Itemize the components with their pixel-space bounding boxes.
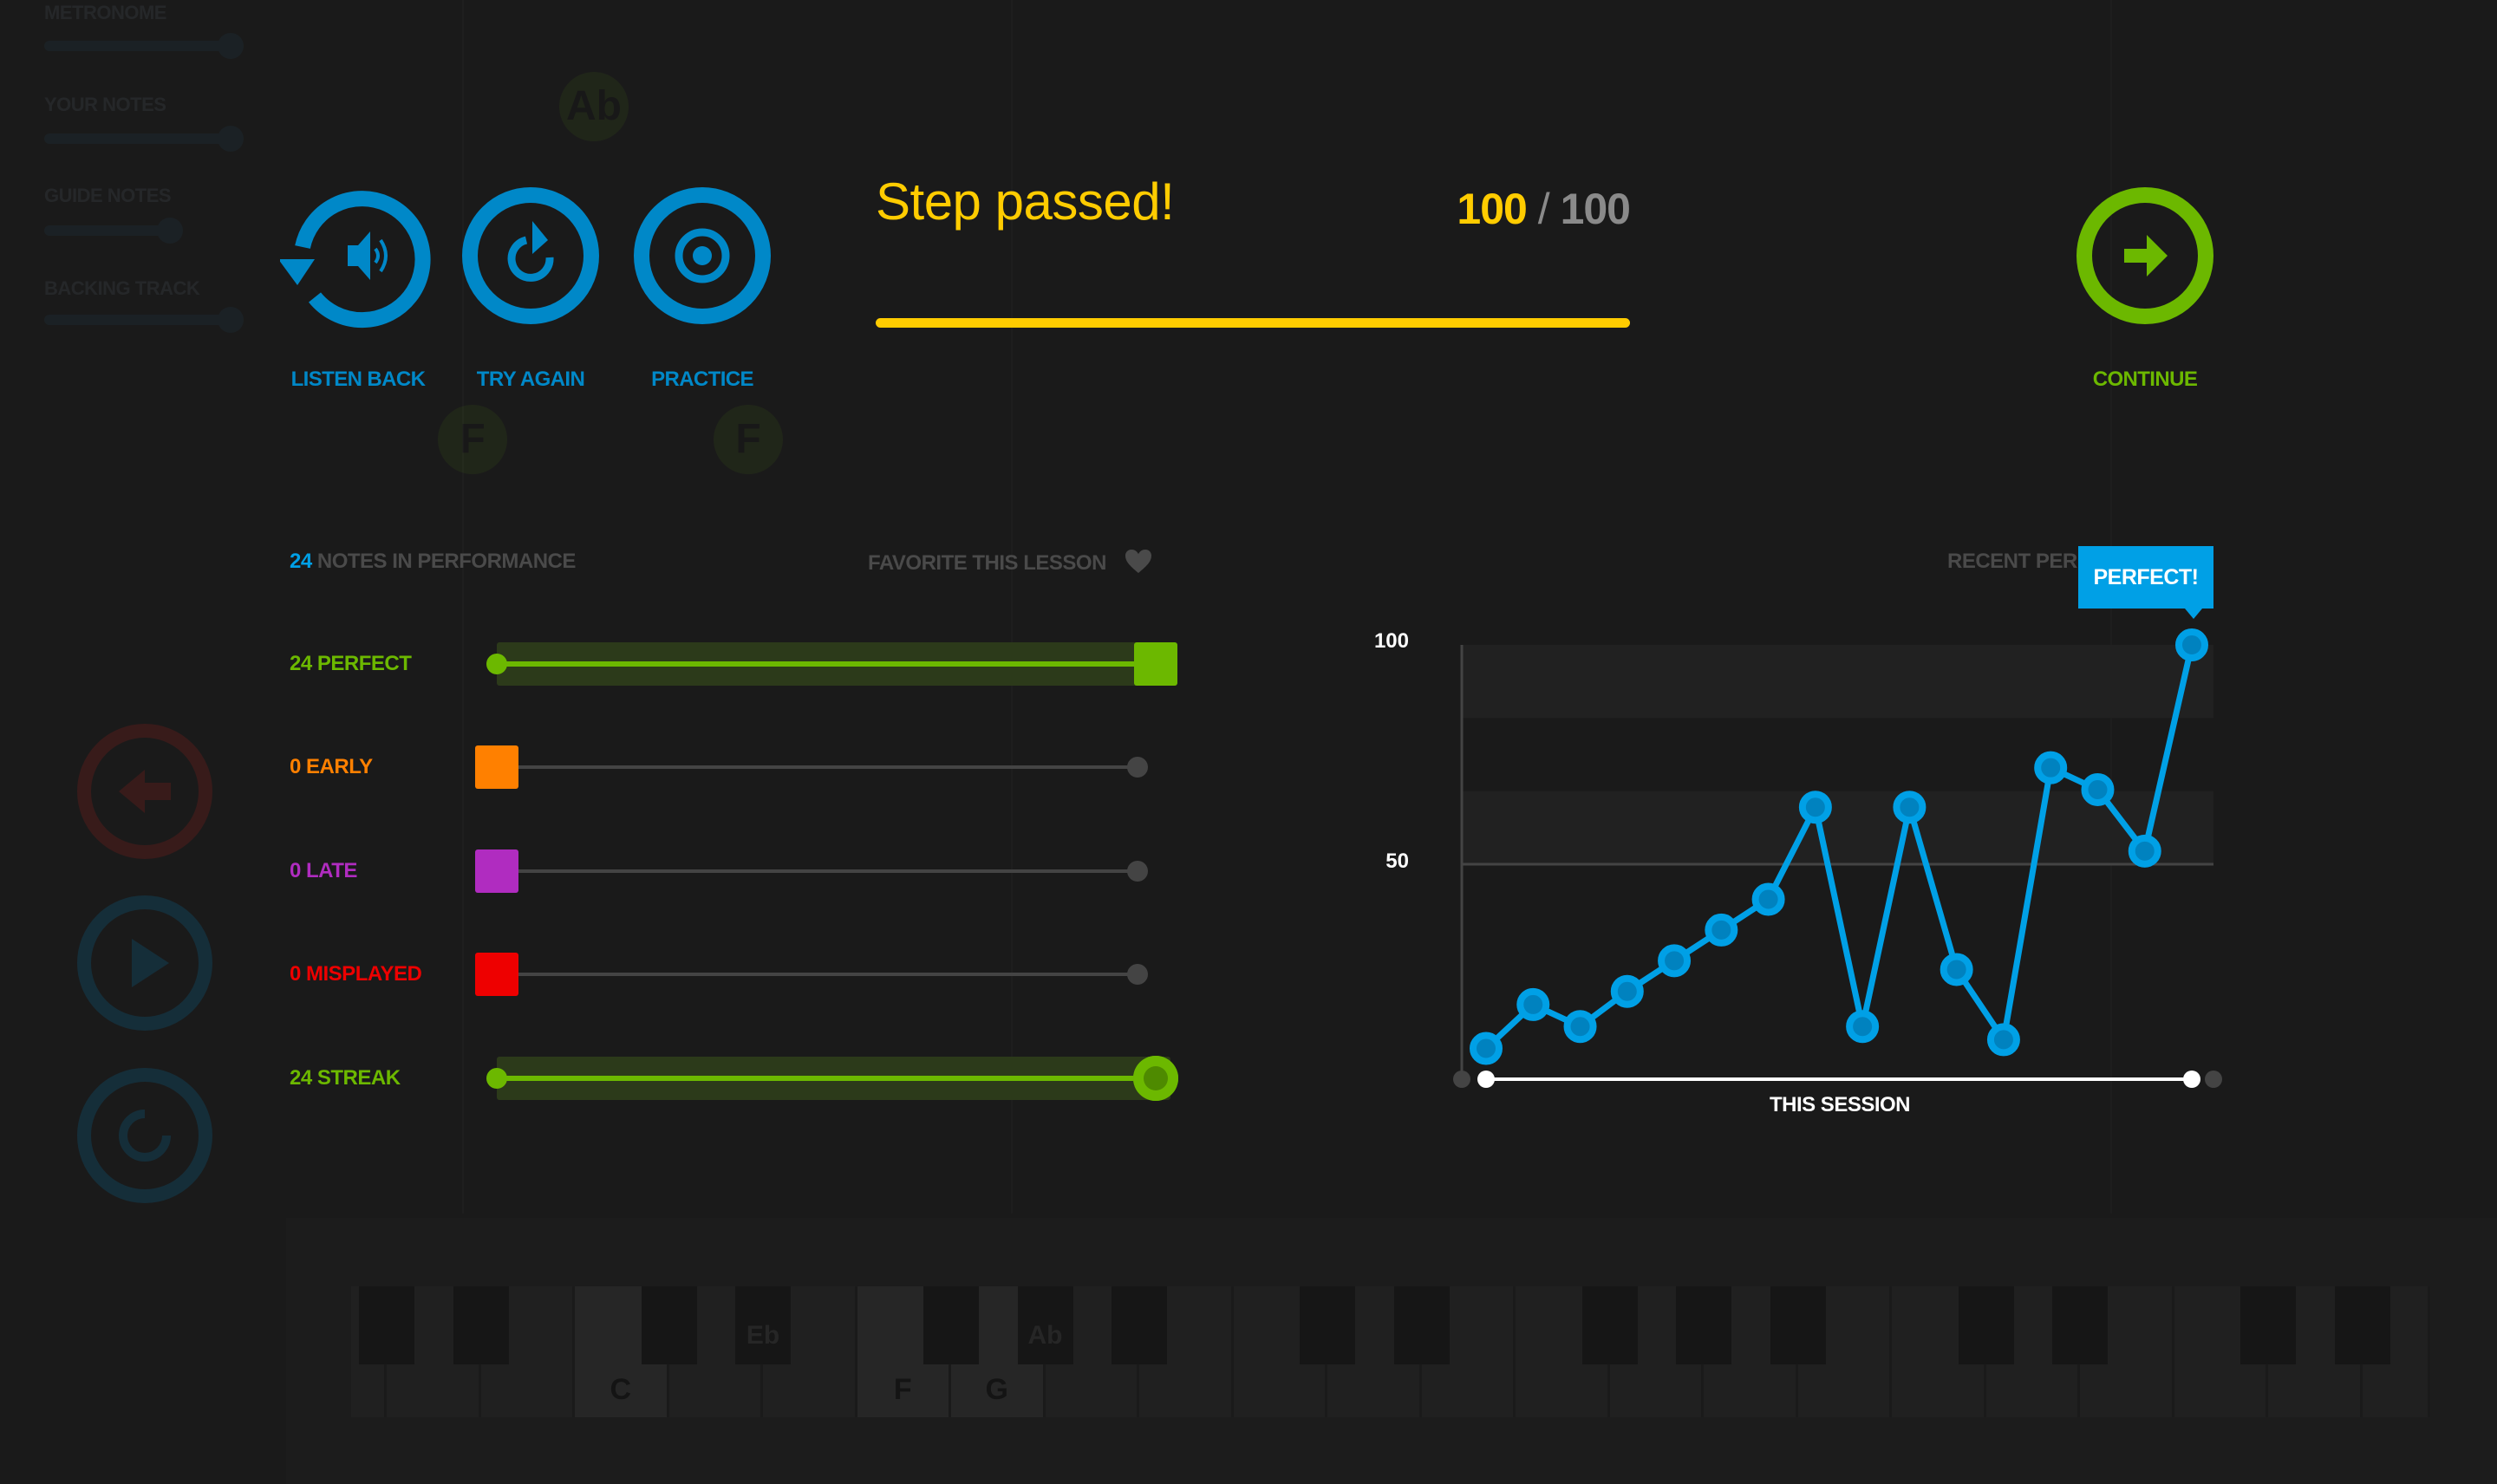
data-point[interactable] [1751,882,1785,916]
piano-black-key[interactable] [1393,1286,1450,1364]
data-point[interactable] [1563,1010,1597,1044]
data-point[interactable] [1940,953,1973,986]
piano-black-key[interactable] [923,1286,979,1364]
data-point[interactable] [1798,791,1832,824]
piano-black-key[interactable] [641,1286,697,1364]
data-point[interactable] [2128,834,2161,868]
piano-black-key[interactable] [1958,1286,2014,1364]
piano-black-key[interactable] [1770,1286,1826,1364]
y-tick-label: 50 [1385,849,1409,873]
piano-black-key[interactable] [2334,1286,2390,1364]
range-end-dot [2205,1071,2222,1088]
data-point[interactable] [1893,791,1927,824]
data-point[interactable] [1516,987,1550,1021]
data-point[interactable] [2175,628,2208,661]
session-range-end-handle[interactable] [2183,1071,2200,1088]
key-label: F [893,1373,912,1406]
data-point[interactable] [1470,1032,1503,1065]
data-point[interactable] [1986,1023,2020,1057]
piano-black-key[interactable]: Eb [735,1286,791,1364]
range-end-dot [1453,1071,1470,1088]
x-axis-label: THIS SESSION [1769,1093,1911,1116]
piano-black-key[interactable] [1112,1286,1167,1364]
piano-black-key[interactable] [1581,1286,1638,1364]
perfect-tooltip: PERFECT! [2078,546,2213,619]
piano-black-key[interactable] [2052,1286,2108,1364]
data-point[interactable] [1846,1010,1880,1044]
piano-black-key[interactable]: Ab [1017,1286,1073,1364]
key-label: Eb [746,1321,780,1350]
chart-band [1462,645,2213,719]
y-tick-label: 100 [1373,629,1409,653]
session-range-start-handle[interactable] [1477,1071,1495,1088]
piano-black-key[interactable] [359,1286,414,1364]
key-label: Ab [1027,1321,1063,1350]
data-point[interactable] [2034,751,2068,784]
key-label: G [985,1373,1008,1406]
data-point[interactable] [1610,974,1644,1008]
key-label: C [610,1373,632,1406]
piano-black-key[interactable] [1300,1286,1355,1364]
piano-black-key[interactable] [453,1286,509,1364]
data-point[interactable] [1705,913,1738,947]
data-point[interactable] [1658,944,1692,978]
data-point[interactable] [2081,772,2115,806]
piano-black-key[interactable] [1676,1286,1731,1364]
piano-black-key[interactable] [2240,1286,2296,1364]
